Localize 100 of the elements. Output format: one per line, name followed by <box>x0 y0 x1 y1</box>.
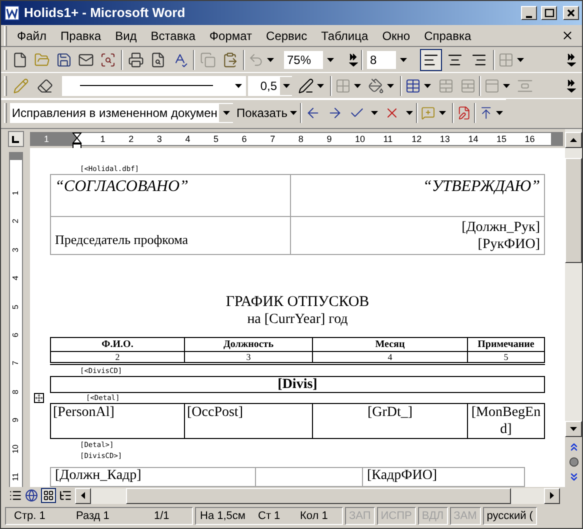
email-icon[interactable] <box>78 52 94 68</box>
print-layout-view-icon[interactable] <box>41 488 56 503</box>
ruler-number: 3 <box>156 133 162 145</box>
column-header: Примечание <box>478 338 534 350</box>
column-number: 5 <box>504 352 508 362</box>
scroll-thumb[interactable] <box>565 158 582 263</box>
close-button[interactable] <box>563 6 579 20</box>
eraser-icon[interactable] <box>37 78 53 94</box>
caret-icon[interactable] <box>290 110 298 114</box>
web-view-icon[interactable] <box>25 489 38 502</box>
document-pen-icon[interactable] <box>456 104 471 120</box>
search-icon[interactable] <box>100 52 116 68</box>
browse-object-icon[interactable] <box>568 457 578 467</box>
save-icon[interactable] <box>56 52 72 68</box>
split-cells-icon[interactable] <box>460 78 476 94</box>
scroll-left-button[interactable] <box>75 488 91 504</box>
cell-alignment-icon[interactable] <box>484 78 500 94</box>
merge-cells-icon[interactable] <box>438 78 454 94</box>
signer-title: Председатель профкома <box>55 232 188 247</box>
right-arrow-icon <box>550 492 554 499</box>
status-text: Ст 1 <box>258 508 282 524</box>
scroll-right-button[interactable] <box>544 488 560 504</box>
more-icon[interactable] <box>349 52 358 66</box>
status-text: Разд 1 <box>75 508 110 524</box>
merge-field: [Divis] <box>278 377 318 392</box>
ruler-number: 10 <box>355 133 366 145</box>
ruler-number: 11 <box>10 472 20 483</box>
caret-icon[interactable] <box>517 58 524 62</box>
column-number: 3 <box>246 352 251 362</box>
caret-icon[interactable] <box>371 110 378 114</box>
column-header: Месяц <box>375 338 405 350</box>
caret-icon[interactable] <box>400 58 407 62</box>
normal-view-icon[interactable] <box>9 489 22 502</box>
scroll-up-button[interactable] <box>565 132 582 148</box>
outline-view-icon[interactable] <box>59 489 72 502</box>
close-document-icon[interactable] <box>561 29 574 42</box>
scroll-down-button[interactable] <box>565 421 582 437</box>
table-icon[interactable] <box>405 78 421 94</box>
ruler-number: 15 <box>496 133 507 145</box>
horizontal-scrollbar[interactable] <box>75 488 560 504</box>
merge-field: [РукФИО] <box>295 236 540 252</box>
ruler-number: 8 <box>10 388 20 396</box>
menu-item[interactable]: Файл <box>10 26 54 44</box>
caret-icon[interactable] <box>570 427 577 431</box>
caret-icon[interactable] <box>438 110 446 114</box>
menu-item[interactable]: Таблица <box>314 26 376 44</box>
vertical-scrollbar[interactable] <box>565 129 582 487</box>
caret-icon[interactable] <box>282 84 290 88</box>
caret-icon[interactable] <box>354 84 361 88</box>
align-left-button[interactable] <box>420 48 442 70</box>
caret-icon[interactable] <box>424 84 431 88</box>
paste-icon[interactable] <box>222 52 238 68</box>
caret-icon[interactable] <box>235 84 242 88</box>
approval-heading: “УТВЕРЖДАЮ” <box>422 178 540 195</box>
font-size-combo[interactable]: 8 <box>366 50 412 70</box>
merge-field: [PersonAl] <box>53 405 114 420</box>
pen-color-icon[interactable] <box>298 78 314 94</box>
table-move-handle-icon[interactable] <box>34 393 44 403</box>
caret-icon[interactable] <box>387 84 394 88</box>
zoom-combo[interactable]: 75% <box>283 50 339 70</box>
line-style-combo[interactable] <box>62 76 246 96</box>
show-menu-button[interactable]: Показать <box>236 104 298 122</box>
word-document-icon <box>4 5 20 21</box>
maximize-button[interactable] <box>541 6 557 20</box>
ruler-number: 6 <box>242 133 247 145</box>
ruler-number: 11 <box>383 133 393 145</box>
menu-item[interactable]: Правка <box>54 26 108 44</box>
caret-icon[interactable] <box>503 84 510 88</box>
display-for-review-combo[interactable]: Исправления в измененном докумен <box>10 102 234 122</box>
more-icon[interactable] <box>567 52 576 66</box>
ruler-number: 14 <box>468 133 478 145</box>
ruler-number: 8 <box>298 133 304 145</box>
caret-icon[interactable] <box>222 110 230 114</box>
menu-item[interactable]: Окно <box>375 26 418 44</box>
minimize-icon <box>526 16 532 18</box>
line-weight-combo[interactable]: 0,5 <box>248 76 292 96</box>
printer-icon[interactable] <box>128 52 144 68</box>
window-title: Holids1+ - Microsoft Word <box>24 4 186 22</box>
menu-item[interactable]: Формат <box>202 26 260 44</box>
menu-item[interactable]: Сервис <box>259 26 314 44</box>
tab-selector-button[interactable] <box>8 131 24 147</box>
left-tab-icon <box>12 136 19 142</box>
menu-item[interactable]: Вставка <box>144 26 202 44</box>
more-icon[interactable] <box>567 78 576 92</box>
ruler-number: 6 <box>10 332 20 340</box>
caret-icon[interactable] <box>317 84 324 88</box>
minimize-button[interactable] <box>521 6 537 20</box>
indent-marker-icon[interactable] <box>72 132 82 150</box>
print-preview-icon[interactable] <box>150 52 166 68</box>
menu-item[interactable]: Справка <box>417 26 478 44</box>
new-document-icon[interactable] <box>12 52 28 68</box>
scroll-thumb[interactable] <box>126 488 511 504</box>
ruler-number: 7 <box>270 133 276 145</box>
ruler-number: 2 <box>128 133 134 145</box>
caret-icon[interactable] <box>496 110 504 114</box>
caret-icon[interactable] <box>327 58 334 62</box>
caret-icon[interactable] <box>406 110 414 114</box>
paint-bucket-icon[interactable] <box>368 78 384 94</box>
caret-icon[interactable] <box>267 58 274 62</box>
menu-item[interactable]: Вид <box>108 26 144 44</box>
